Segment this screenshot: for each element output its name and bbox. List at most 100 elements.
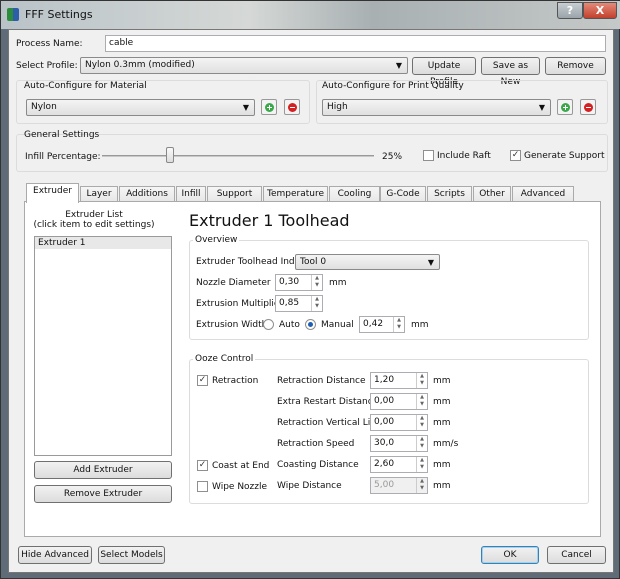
chevron-down-icon: ▼ xyxy=(427,258,434,267)
ooze-row-value: 0,00 xyxy=(374,417,395,427)
spin-arrows-icon[interactable]: ▲ ▼ xyxy=(416,436,427,451)
ooze-row-value: 2,60 xyxy=(374,459,395,469)
extruder-list-hint: (click item to edit settings) xyxy=(33,220,155,230)
chevron-down-icon: ▼ xyxy=(242,103,249,112)
nozzle-diameter-value: 0,30 xyxy=(279,277,300,287)
infill-slider-handle[interactable] xyxy=(166,147,174,163)
extruder-list[interactable]: Extruder 1 xyxy=(34,236,172,456)
quality-label: Auto-Configure for Print Quality xyxy=(322,81,464,91)
app-icon xyxy=(7,8,19,21)
manual-label: Manual xyxy=(321,320,354,330)
save-as-new-button[interactable]: Save as New xyxy=(481,57,540,87)
ooze-row-unit: mm xyxy=(433,376,451,386)
quality-value: High xyxy=(327,102,348,112)
tab-infill[interactable]: Infill xyxy=(176,186,206,202)
general-settings-label: General Settings xyxy=(24,130,100,140)
spin-arrows-icon[interactable]: ▲ ▼ xyxy=(393,317,404,332)
auto-radio[interactable] xyxy=(263,319,274,330)
ooze-row-spinbox[interactable]: 5,00 ▲ ▼ xyxy=(370,477,428,494)
profile-value: Nylon 0.3mm (modified) xyxy=(85,60,195,70)
remove-profile-button[interactable]: Remove xyxy=(545,57,606,75)
include-raft-checkbox[interactable] xyxy=(423,150,434,161)
ooze-row-unit: mm xyxy=(433,397,451,407)
tab-scripts[interactable]: Scripts xyxy=(427,186,472,202)
extrusion-multiplier-label: Extrusion Multiplier xyxy=(196,299,284,309)
spin-arrows-icon[interactable]: ▲ ▼ xyxy=(311,296,322,311)
retraction-checkbox[interactable]: ✓ xyxy=(197,375,208,386)
material-label: Auto-Configure for Material xyxy=(24,81,147,91)
spin-arrows-icon[interactable]: ▲ ▼ xyxy=(416,373,427,388)
tab-cooling[interactable]: Cooling xyxy=(329,186,380,202)
tab-temperature[interactable]: Temperature xyxy=(263,186,328,202)
extrusion-width-label: Extrusion Width xyxy=(196,320,268,330)
chevron-down-icon: ▼ xyxy=(395,61,402,70)
tab-gcode[interactable]: G-Code xyxy=(380,186,426,202)
minus-icon xyxy=(584,103,593,112)
ooze-row-spinbox[interactable]: 0,00 ▲ ▼ xyxy=(370,393,428,410)
wipe-nozzle-checkbox[interactable] xyxy=(197,481,208,492)
plus-icon xyxy=(561,103,570,112)
window-title: FFF Settings xyxy=(25,8,93,21)
update-profile-button[interactable]: Update Profile xyxy=(412,57,476,87)
remove-extruder-button[interactable]: Remove Extruder xyxy=(34,485,172,503)
quality-select[interactable]: High ▼ xyxy=(322,99,551,116)
nozzle-unit: mm xyxy=(329,278,347,288)
tab-additions[interactable]: Additions xyxy=(119,186,175,202)
process-name-input[interactable]: cable xyxy=(105,35,606,52)
chevron-down-icon: ▼ xyxy=(538,103,545,112)
manual-radio[interactable] xyxy=(305,319,316,330)
cancel-button[interactable]: Cancel xyxy=(547,546,606,564)
profile-select[interactable]: Nylon 0.3mm (modified) ▼ xyxy=(80,57,408,74)
nozzle-diameter-spinbox[interactable]: 0,30 ▲ ▼ xyxy=(275,274,323,291)
spin-arrows-icon[interactable]: ▲ ▼ xyxy=(311,275,322,290)
generate-support-checkbox[interactable]: ✓ xyxy=(510,150,521,161)
ooze-row-spinbox[interactable]: 2,60 ▲ ▼ xyxy=(370,456,428,473)
infill-label: Infill Percentage: xyxy=(25,152,101,162)
generate-support-label: Generate Support xyxy=(524,151,605,161)
ooze-row-value: 30,0 xyxy=(374,438,395,448)
material-select[interactable]: Nylon ▼ xyxy=(26,99,255,116)
minus-icon xyxy=(288,103,297,112)
tab-advanced[interactable]: Advanced xyxy=(512,186,574,202)
ooze-row-unit: mm xyxy=(433,418,451,428)
tab-layer[interactable]: Layer xyxy=(80,186,118,202)
fff-settings-window: FFF Settings ? X Process Name: cable Sel… xyxy=(0,0,620,579)
extrusion-multiplier-spinbox[interactable]: 0,85 ▲ ▼ xyxy=(275,295,323,312)
material-value: Nylon xyxy=(31,102,57,112)
tab-extruder[interactable]: Extruder xyxy=(26,183,79,203)
include-raft-label: Include Raft xyxy=(437,151,491,161)
tab-support[interactable]: Support xyxy=(207,186,262,202)
remove-quality-button[interactable] xyxy=(580,99,596,115)
ok-button[interactable]: OK xyxy=(481,546,539,564)
spin-arrows-icon[interactable]: ▲ ▼ xyxy=(416,394,427,409)
extruder-list-heading: Extruder List (click item to edit setting… xyxy=(25,210,163,230)
add-quality-button[interactable] xyxy=(557,99,573,115)
spin-arrows-icon[interactable]: ▲ ▼ xyxy=(416,415,427,430)
spin-arrows-icon[interactable]: ▲ ▼ xyxy=(416,478,427,493)
hide-advanced-button[interactable]: Hide Advanced xyxy=(18,546,92,564)
toolhead-index-label: Extruder Toolhead Index xyxy=(196,257,306,267)
auto-label: Auto xyxy=(279,320,300,330)
nozzle-diameter-label: Nozzle Diameter xyxy=(196,278,271,288)
ooze-row-spinbox[interactable]: 0,00 ▲ ▼ xyxy=(370,414,428,431)
extruder-list-item[interactable]: Extruder 1 xyxy=(35,237,171,249)
ooze-row-spinbox[interactable]: 30,0 ▲ ▼ xyxy=(370,435,428,452)
coast-at-end-checkbox[interactable]: ✓ xyxy=(197,460,208,471)
add-material-button[interactable] xyxy=(261,99,277,115)
tab-other[interactable]: Other xyxy=(473,186,511,202)
close-button[interactable]: X xyxy=(583,2,617,19)
extrusion-width-spinbox[interactable]: 0,42 ▲ ▼ xyxy=(359,316,405,333)
spin-arrows-icon[interactable]: ▲ ▼ xyxy=(416,457,427,472)
ooze-row-spinbox[interactable]: 1,20 ▲ ▼ xyxy=(370,372,428,389)
infill-slider-track[interactable] xyxy=(102,155,374,157)
remove-material-button[interactable] xyxy=(284,99,300,115)
select-profile-label: Select Profile: xyxy=(16,61,78,71)
add-extruder-button[interactable]: Add Extruder xyxy=(34,461,172,479)
toolhead-index-select[interactable]: Tool 0 ▼ xyxy=(295,254,440,270)
select-models-button[interactable]: Select Models xyxy=(98,546,165,564)
extrusion-width-value: 0,42 xyxy=(363,319,384,329)
ooze-row-value: 5,00 xyxy=(374,480,395,490)
help-button[interactable]: ? xyxy=(557,2,583,19)
title-bar: FFF Settings ? X xyxy=(1,1,620,29)
toolhead-title: Extruder 1 Toolhead xyxy=(189,211,350,230)
